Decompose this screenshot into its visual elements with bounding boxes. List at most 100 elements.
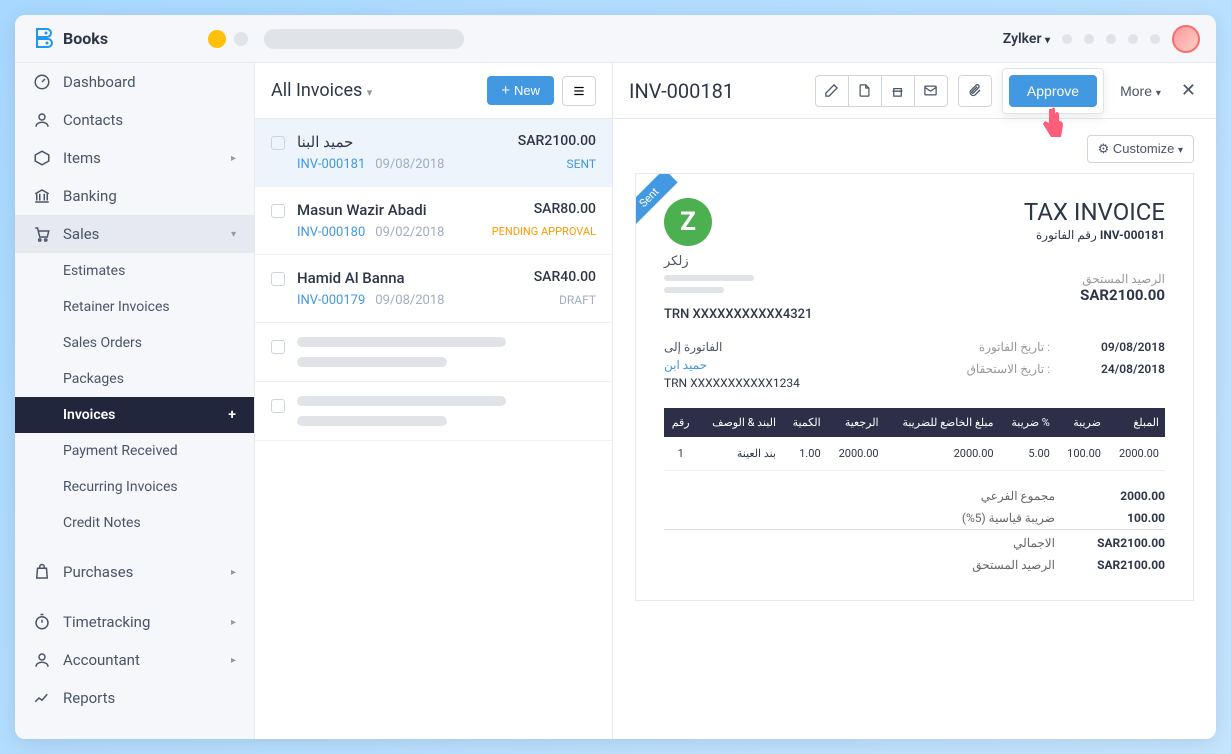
- row-name: حميد البنا: [297, 133, 353, 151]
- sidebar-item-sales[interactable]: Sales ▾: [15, 215, 254, 253]
- approve-button[interactable]: Approve: [1009, 75, 1097, 107]
- row-name: Masun Wazir Abadi: [297, 201, 427, 219]
- bag-icon: [33, 563, 51, 581]
- new-button[interactable]: +New: [487, 76, 554, 105]
- attach-button[interactable]: [958, 75, 992, 107]
- dot-icon: [1084, 34, 1094, 44]
- line-items-table: رقمالبند & الوصفالكميةالرجعيةمبلغ الخاضع…: [664, 408, 1165, 471]
- dot-icon: [1128, 34, 1138, 44]
- sidebar-item-accountant[interactable]: Accountant ▸: [15, 641, 254, 679]
- row-status: DRAFT: [559, 293, 596, 308]
- sidebar-item-label: Reports: [63, 689, 115, 707]
- sidebar-item-banking[interactable]: Banking: [15, 177, 254, 215]
- plus-icon[interactable]: +: [228, 407, 236, 423]
- list-row[interactable]: Masun Wazir AbadiSAR80.00 INV-00018009/0…: [255, 187, 612, 255]
- printer-icon: [890, 83, 905, 98]
- row-name: Hamid Al Banna: [297, 269, 405, 287]
- mail-button[interactable]: [914, 75, 948, 107]
- bank-icon: [33, 187, 51, 205]
- list-row-placeholder: [255, 382, 612, 441]
- avatar[interactable]: [1172, 25, 1200, 53]
- dot-icon: [1106, 34, 1116, 44]
- placeholder-line: [664, 287, 724, 293]
- detail-title: INV-000181: [629, 79, 805, 103]
- invoice-doc-title: TAX INVOICE: [1024, 198, 1165, 226]
- pdf-icon: [857, 83, 872, 98]
- org-trn: TRN XXXXXXXXXXX4321: [664, 307, 812, 322]
- books-logo-icon: [31, 27, 55, 51]
- sidebar-item-reports[interactable]: Reports: [15, 679, 254, 717]
- due-date: 24/08/2018: [1090, 362, 1165, 376]
- dot-icon: [208, 30, 226, 48]
- cart-icon: [33, 225, 51, 243]
- invoice-list-panel: All Invoices ▾ +New حميد البناSAR2100.00…: [255, 63, 613, 739]
- org-name-label: زلكر: [664, 254, 812, 269]
- placeholder-line: [664, 275, 754, 281]
- chevron-right-icon: ▸: [231, 617, 236, 628]
- bill-to-label: الفاتورة إلى: [664, 340, 800, 354]
- sidebar-item-label: Contacts: [63, 111, 123, 129]
- invoice-date-label: تاريخ الفاتورة :: [979, 340, 1050, 354]
- sidebar-item-retainer[interactable]: Retainer Invoices: [15, 289, 254, 325]
- list-title[interactable]: All Invoices ▾: [271, 80, 372, 101]
- sidebar-item-label: Sales: [63, 225, 99, 243]
- dot-icon: [234, 32, 248, 46]
- list-options-button[interactable]: [562, 76, 596, 106]
- sidebar-item-contacts[interactable]: Contacts: [15, 101, 254, 139]
- list-row[interactable]: Hamid Al BannaSAR40.00 INV-00017909/08/2…: [255, 255, 612, 323]
- sidebar-item-recurring[interactable]: Recurring Invoices: [15, 469, 254, 505]
- row-number: INV-000181: [297, 157, 365, 172]
- sidebar-item-dashboard[interactable]: Dashboard: [15, 63, 254, 101]
- invoice-number: رقم الفاتورة INV-000181: [1024, 228, 1165, 242]
- sidebar-item-label: Items: [63, 149, 101, 167]
- print-button[interactable]: [881, 75, 915, 107]
- sidebar-item-items[interactable]: Items ▸: [15, 139, 254, 177]
- org-switcher[interactable]: Zylker ▾: [1003, 31, 1050, 47]
- search-placeholder[interactable]: [264, 29, 464, 49]
- sidebar-item-payment-received[interactable]: Payment Received: [15, 433, 254, 469]
- sidebar-item-label: Timetracking: [63, 613, 150, 631]
- row-date: 09/08/2018: [375, 157, 444, 172]
- close-button[interactable]: ✕: [1177, 76, 1200, 105]
- chevron-right-icon: ▸: [231, 567, 236, 578]
- sidebar-item-label: Accountant: [63, 651, 140, 669]
- more-button[interactable]: More ▾: [1114, 77, 1167, 105]
- checkbox[interactable]: [271, 272, 285, 286]
- chevron-right-icon: ▸: [231, 153, 236, 164]
- timer-icon: [33, 613, 51, 631]
- table-header: الكمية: [782, 408, 827, 437]
- customize-button[interactable]: ⚙ Customize ▾: [1087, 135, 1194, 163]
- table-header: البند & الوصف: [697, 408, 782, 437]
- row-number: INV-000179: [297, 293, 365, 308]
- chart-icon: [33, 689, 51, 707]
- balance-due-label: الرصيد المستحق: [1024, 272, 1165, 286]
- sidebar-item-purchases[interactable]: Purchases ▸: [15, 553, 254, 591]
- sidebar-item-sales-orders[interactable]: Sales Orders: [15, 325, 254, 361]
- sidebar-item-label: Dashboard: [63, 73, 136, 91]
- table-row: 1 بند العينة 1.00 2000.00 2000.00 5.00 1…: [664, 437, 1165, 471]
- row-number: INV-000180: [297, 225, 365, 240]
- bill-to-trn: TRN XXXXXXXXXXX1234: [664, 376, 800, 390]
- sidebar-item-invoices[interactable]: Invoices+: [15, 397, 254, 433]
- checkbox[interactable]: [271, 136, 285, 150]
- sidebar-item-estimates[interactable]: Estimates: [15, 253, 254, 289]
- sidebar-item-packages[interactable]: Packages: [15, 361, 254, 397]
- person-icon: [33, 651, 51, 669]
- checkbox[interactable]: [271, 204, 285, 218]
- edit-button[interactable]: [815, 75, 849, 107]
- sidebar-item-timetracking[interactable]: Timetracking ▸: [15, 603, 254, 641]
- sidebar-item-label: Banking: [63, 187, 117, 205]
- paperclip-icon: [967, 83, 982, 98]
- table-header: الرجعية: [827, 408, 885, 437]
- table-header: ضريبة %: [1000, 408, 1056, 437]
- table-header: ضريبة: [1056, 408, 1107, 437]
- status-ribbon: Sent: [636, 174, 678, 226]
- checkbox: [271, 399, 285, 413]
- invoice-preview: Sent Z زلكر TRN XXXXXXXXXXX4321: [635, 173, 1194, 601]
- due-date-label: تاريخ الاستحقاق :: [967, 362, 1050, 376]
- list-row[interactable]: حميد البناSAR2100.00 INV-00018109/08/201…: [255, 119, 612, 187]
- bill-to-name: حميد ابن: [664, 358, 800, 372]
- pdf-button[interactable]: [848, 75, 882, 107]
- invoice-detail-panel: INV-000181 Approve More ▾ ✕: [613, 63, 1216, 739]
- sidebar-item-credit-notes[interactable]: Credit Notes: [15, 505, 254, 541]
